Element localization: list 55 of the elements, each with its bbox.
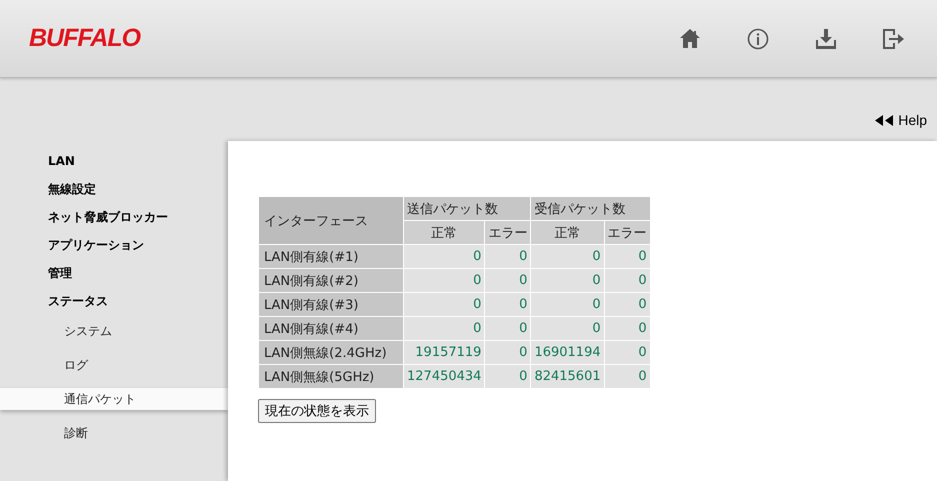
nav-subitem[interactable]: システム bbox=[0, 320, 228, 354]
table-cell: LAN側無線(2.4GHz) bbox=[258, 340, 404, 364]
nav-subitem[interactable]: ログ bbox=[0, 354, 228, 388]
download-icon[interactable] bbox=[816, 28, 836, 48]
table-cell: LAN側有線(#2) bbox=[258, 268, 404, 292]
column-header: 正常 bbox=[530, 220, 604, 244]
table-cell: 0 bbox=[484, 244, 531, 268]
table-cell: 0 bbox=[404, 268, 485, 292]
nav-item[interactable]: 無線設定 bbox=[0, 180, 228, 208]
nav-item[interactable]: アプリケーション bbox=[0, 236, 228, 264]
table-cell: 0 bbox=[404, 292, 485, 316]
table-cell: LAN側無線(5GHz) bbox=[258, 364, 404, 388]
nav-item[interactable]: ステータス bbox=[0, 292, 228, 320]
table-cell: 0 bbox=[484, 340, 531, 364]
table-cell: 0 bbox=[604, 268, 650, 292]
column-header: エラー bbox=[484, 220, 531, 244]
table-cell: 0 bbox=[404, 244, 485, 268]
table-cell: 0 bbox=[484, 268, 531, 292]
logout-icon[interactable] bbox=[883, 28, 905, 48]
nav-subitem[interactable]: 診断 bbox=[0, 422, 228, 456]
table-cell: 127450434 bbox=[404, 364, 485, 388]
column-header: 送信パケット数 bbox=[404, 196, 531, 220]
home-icon[interactable] bbox=[680, 29, 700, 48]
table-cell: 0 bbox=[604, 364, 650, 388]
refresh-button[interactable]: 現在の状態を表示 bbox=[258, 399, 376, 423]
table-cell: LAN側有線(#3) bbox=[258, 292, 404, 316]
info-icon[interactable] bbox=[747, 28, 769, 50]
table-cell: 0 bbox=[530, 316, 604, 340]
table-cell: 0 bbox=[484, 292, 531, 316]
table-cell: 16901194 bbox=[530, 340, 604, 364]
table-cell: 0 bbox=[484, 316, 531, 340]
table-cell: 0 bbox=[604, 244, 650, 268]
column-header: 受信パケット数 bbox=[530, 196, 650, 220]
table-cell: 0 bbox=[604, 292, 650, 316]
table-cell: 0 bbox=[530, 268, 604, 292]
nav-item[interactable]: ネット脅威ブロッカー bbox=[0, 208, 228, 236]
table-cell: 0 bbox=[604, 316, 650, 340]
column-header: 正常 bbox=[404, 220, 485, 244]
help-link[interactable]: Help bbox=[875, 111, 927, 129]
nav-item[interactable]: 管理 bbox=[0, 264, 228, 292]
logo[interactable]: BUFFALO bbox=[29, 24, 140, 53]
double-left-arrow-icon bbox=[875, 114, 894, 126]
table-cell: 19157119 bbox=[404, 340, 485, 364]
table-cell: 82415601 bbox=[530, 364, 604, 388]
nav-item[interactable]: LAN bbox=[0, 152, 228, 180]
nav-subitem[interactable]: 通信パケット bbox=[0, 388, 228, 410]
column-header: エラー bbox=[604, 220, 650, 244]
table-cell: 0 bbox=[404, 316, 485, 340]
table-cell: 0 bbox=[530, 244, 604, 268]
table-cell: 0 bbox=[484, 364, 531, 388]
table-cell: 0 bbox=[604, 340, 650, 364]
table-cell: LAN側有線(#4) bbox=[258, 316, 404, 340]
table-cell: 0 bbox=[530, 292, 604, 316]
column-header: インターフェース bbox=[258, 196, 404, 244]
table-cell: LAN側有線(#1) bbox=[258, 244, 404, 268]
